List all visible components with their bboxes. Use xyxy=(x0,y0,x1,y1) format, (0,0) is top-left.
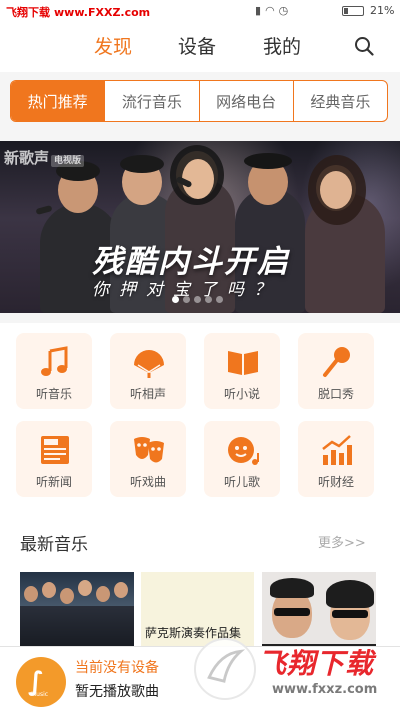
category-pop[interactable]: 流行音乐 xyxy=(104,81,198,121)
status-bar: 飞翔下载 www.FXXZ.com ▮◠◷ 21% xyxy=(0,0,400,22)
carousel-dot[interactable] xyxy=(216,296,223,303)
tab-devices[interactable]: 设备 xyxy=(178,32,216,59)
carousel-dot[interactable] xyxy=(172,296,179,303)
tab-discover[interactable]: 发现 xyxy=(94,32,132,59)
battery-percent: 21% xyxy=(370,4,395,17)
book-icon xyxy=(228,351,258,375)
top-nav: 发现 设备 我的 xyxy=(0,22,400,72)
grid-item-label: 听戏曲 xyxy=(129,475,166,489)
carousel-dot[interactable] xyxy=(205,296,212,303)
carousel-dots xyxy=(172,296,223,303)
now-playing: 暂无播放歌曲 xyxy=(75,684,159,700)
grid-item-novel[interactable]: 听小说 xyxy=(204,333,280,409)
grid-item-label: 听新闻 xyxy=(35,475,72,489)
category-radio[interactable]: 网络电台 xyxy=(198,81,293,121)
watermark-brand: 飞翔下载 xyxy=(258,647,375,680)
grid-item-label: 听相声 xyxy=(129,387,166,401)
microphone-icon xyxy=(323,347,350,377)
grid-item-finance[interactable]: 听财经 xyxy=(298,421,374,497)
music-logo-text: Music xyxy=(31,691,49,698)
watermark-url: www.FXXZ.com xyxy=(54,6,151,19)
status-icons: ▮◠◷ xyxy=(255,4,292,17)
grid-item-label: 听儿歌 xyxy=(223,475,260,489)
grid-item-news[interactable]: 听新闻 xyxy=(16,421,92,497)
bird-icon xyxy=(207,649,246,683)
chart-up-icon xyxy=(322,435,352,465)
battery-icon xyxy=(342,6,364,16)
grid-item-label: 脱口秀 xyxy=(317,387,354,401)
section-title: 最新音乐 xyxy=(20,535,88,555)
child-face-icon xyxy=(228,437,259,465)
music-note-icon xyxy=(41,346,68,376)
category-hot[interactable]: 热门推荐 xyxy=(11,81,105,121)
watermark-logo xyxy=(194,638,256,700)
carousel-dot[interactable] xyxy=(194,296,201,303)
battery-fill xyxy=(344,8,348,14)
grid-item-opera[interactable]: 听戏曲 xyxy=(110,421,186,497)
grid-item-music[interactable]: 听音乐 xyxy=(16,333,92,409)
grid-item-label: 听财经 xyxy=(317,475,354,489)
grid-item-crosstalk[interactable]: 听相声 xyxy=(110,333,186,409)
search-icon[interactable] xyxy=(354,36,374,56)
grid-item-label: 听小说 xyxy=(223,387,260,401)
grid-item-kids[interactable]: 听儿歌 xyxy=(204,421,280,497)
more-link[interactable]: 更多>> xyxy=(318,532,366,551)
banner-carousel[interactable]: 新歌声 电视版 残酷内斗开启 你押对宝了吗？ xyxy=(0,141,400,313)
tab-mine[interactable]: 我的 xyxy=(263,32,301,59)
carousel-dot[interactable] xyxy=(183,296,190,303)
watermark-name: 飞翔下载 xyxy=(6,6,50,19)
wifi-icon: ◠ xyxy=(265,4,279,17)
music-app-logo: ∫ Music xyxy=(16,657,66,707)
category-tabs: 热门推荐 流行音乐 网络电台 经典音乐 xyxy=(10,80,388,122)
opera-mask-icon xyxy=(134,437,164,463)
alarm-icon: ◷ xyxy=(278,4,293,17)
watermark-url-bottom: www.fxxz.com xyxy=(272,682,378,697)
category-classic[interactable]: 经典音乐 xyxy=(292,81,387,121)
watermark-top: 飞翔下载 www.FXXZ.com xyxy=(6,4,150,20)
device-status: 当前没有设备 xyxy=(75,660,159,676)
signal-icon: ▮ xyxy=(255,4,266,17)
app-screen: 飞翔下载 www.FXXZ.com ▮◠◷ 21% 发现 设备 我的 热门推荐 流… xyxy=(0,0,400,710)
newspaper-icon xyxy=(41,436,69,464)
show-logo: 新歌声 电视版 xyxy=(4,147,85,168)
feature-grid: 听音乐 听相声 听小说 脱口秀 听新闻 听戏曲 听儿歌 听财经 xyxy=(0,323,400,508)
grid-item-label: 听音乐 xyxy=(35,387,72,401)
fan-icon xyxy=(134,350,164,378)
grid-item-talkshow[interactable]: 脱口秀 xyxy=(298,333,374,409)
show-logo-tag: 电视版 xyxy=(51,155,85,167)
show-logo-text: 新歌声 xyxy=(4,149,50,167)
